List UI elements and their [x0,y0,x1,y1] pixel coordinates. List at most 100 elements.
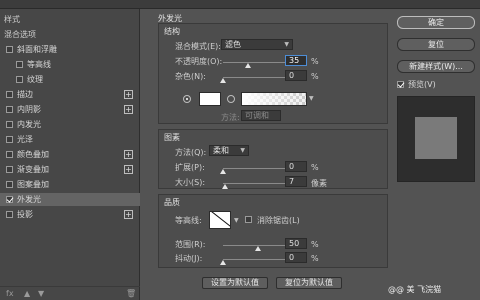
range-input[interactable]: 50 [285,238,307,249]
quality-label: 品质 [164,198,180,207]
style-list-item-label: 内发光 [17,120,41,129]
up-arrow-icon[interactable]: ▲ [24,289,30,298]
jitter-slider-thumb[interactable] [220,260,226,265]
preview-checkbox[interactable] [397,81,404,88]
preview-label: 预览(V) [408,80,436,89]
size-unit: 像素 [311,179,327,188]
style-list-item-label: 纹理 [27,75,43,84]
new-style-button[interactable]: 新建样式(W)... [397,60,475,73]
down-arrow-icon[interactable]: ▼ [38,289,44,298]
style-checkbox[interactable] [6,91,13,98]
contour-picker[interactable] [209,211,231,229]
chevron-down-icon[interactable]: ▼ [234,217,239,224]
range-label: 范围(R): [175,240,206,249]
watermark: @@ 美 飞浣猫 [388,285,442,294]
style-list-item[interactable]: 等高线 [0,58,140,71]
opacity-label: 不透明度(O): [175,57,223,66]
style-checkbox[interactable] [6,166,13,173]
set-default-button[interactable]: 设置为默认值 [202,277,268,289]
spread-input[interactable]: 0 [285,161,307,172]
style-checkbox[interactable] [6,136,13,143]
style-list-item-label: 渐变叠加 [17,165,49,174]
add-style-icon[interactable]: + [124,90,133,99]
method-disabled-label: 方法: [221,113,240,122]
quality-group: 品质 等高线: ▼ 消除锯齿(L) 范围(R): 50 % 抖动(J): 0 % [158,194,388,268]
style-list-item[interactable]: 光泽 [0,133,140,146]
gradient-radio[interactable] [227,95,235,103]
spread-slider-thumb[interactable] [220,169,226,174]
style-list-item[interactable]: 描边 + [0,88,140,101]
style-list-panel: 样式混合选项斜面和浮雕等高线纹理描边 + 内阴影 + 内发光光泽颜色叠加 + 渐变叠加 + 图案… [0,9,140,300]
style-list-item-label: 斜面和浮雕 [17,45,57,54]
style-preview [397,96,475,182]
opacity-slider-thumb[interactable] [244,63,251,68]
add-style-icon[interactable]: + [124,210,133,219]
style-checkbox[interactable] [16,76,23,83]
chevron-down-icon: ▼ [240,147,245,154]
add-style-icon[interactable]: + [124,150,133,159]
style-list-item[interactable]: 颜色叠加 + [0,148,140,161]
add-style-icon[interactable]: + [124,105,133,114]
opacity-input[interactable]: 35 [285,55,307,66]
outer-glow-settings: 外发光 结构 混合模式(E): 滤色 ▼ 不透明度(O): 35 % 杂色(N)… [150,9,388,300]
method-select[interactable]: 柔和 ▼ [209,145,249,156]
reset-button[interactable]: 复位 [397,38,475,51]
style-checkbox[interactable] [6,211,13,218]
noise-label: 杂色(N): [175,72,206,81]
fx-icon[interactable]: fx [6,289,14,298]
style-list-item[interactable]: 纹理 [0,73,140,86]
title-bar [0,0,480,9]
solid-color-radio[interactable] [183,95,191,103]
noise-slider-thumb[interactable] [220,78,226,83]
spread-label: 扩展(P): [175,163,205,172]
style-checkbox[interactable] [6,106,13,113]
glow-gradient-picker[interactable] [241,92,307,106]
antialias-label: 消除锯齿(L) [257,216,300,225]
style-list-item[interactable]: 内阴影 + [0,103,140,116]
jitter-label: 抖动(J): [175,254,203,263]
noise-input[interactable]: 0 [285,70,307,81]
add-style-icon[interactable]: + [124,165,133,174]
style-checkbox[interactable] [6,121,13,128]
style-list-item-label: 颜色叠加 [17,150,49,159]
spread-unit: % [311,163,319,172]
style-list-item[interactable]: 样式 [0,13,140,26]
style-checkbox[interactable] [6,46,13,53]
style-list-item[interactable]: 内发光 [0,118,140,131]
size-input[interactable]: 7 [285,176,307,187]
jitter-input[interactable]: 0 [285,252,307,263]
ok-button[interactable]: 确定 [397,16,475,29]
style-list-item[interactable]: 投影 + [0,208,140,221]
style-list-item[interactable]: 图案叠加 [0,178,140,191]
chevron-down-icon[interactable]: ▼ [309,95,314,102]
size-slider-track[interactable] [223,183,293,184]
range-slider-thumb[interactable] [255,246,261,251]
size-slider-thumb[interactable] [222,184,229,189]
style-checkbox[interactable] [6,151,13,158]
style-list-item[interactable]: 斜面和浮雕 [0,43,140,56]
range-unit: % [311,240,319,249]
style-list-item-label: 等高线 [27,60,51,69]
spread-slider-track[interactable] [223,168,293,169]
noise-slider-track[interactable] [223,77,293,78]
preview-swatch [415,117,457,159]
style-checkbox[interactable] [6,196,13,203]
antialias-checkbox[interactable] [245,216,252,223]
style-list-item[interactable]: 渐变叠加 + [0,163,140,176]
blend-mode-label: 混合模式(E): [175,42,221,51]
style-list-item[interactable]: 混合选项 [0,28,140,41]
structure-group: 结构 混合模式(E): 滤色 ▼ 不透明度(O): 35 % 杂色(N): 0 … [158,23,388,124]
style-checkbox[interactable] [6,181,13,188]
preview-toggle[interactable]: 预览(V) [397,79,436,90]
glow-color-swatch[interactable] [199,92,221,106]
jitter-slider-track[interactable] [223,259,293,260]
blend-mode-select[interactable]: 滤色 ▼ [221,39,293,50]
style-checkbox[interactable] [16,61,23,68]
opacity-unit: % [311,57,319,66]
trash-icon[interactable]: 🗑 [126,289,136,298]
reset-default-button[interactable]: 复位为默认值 [276,277,342,289]
structure-label: 结构 [164,27,180,36]
opacity-slider-track[interactable] [223,62,293,63]
style-list-item[interactable]: 外发光 [0,193,140,206]
style-list-item-label: 混合选项 [4,30,36,39]
